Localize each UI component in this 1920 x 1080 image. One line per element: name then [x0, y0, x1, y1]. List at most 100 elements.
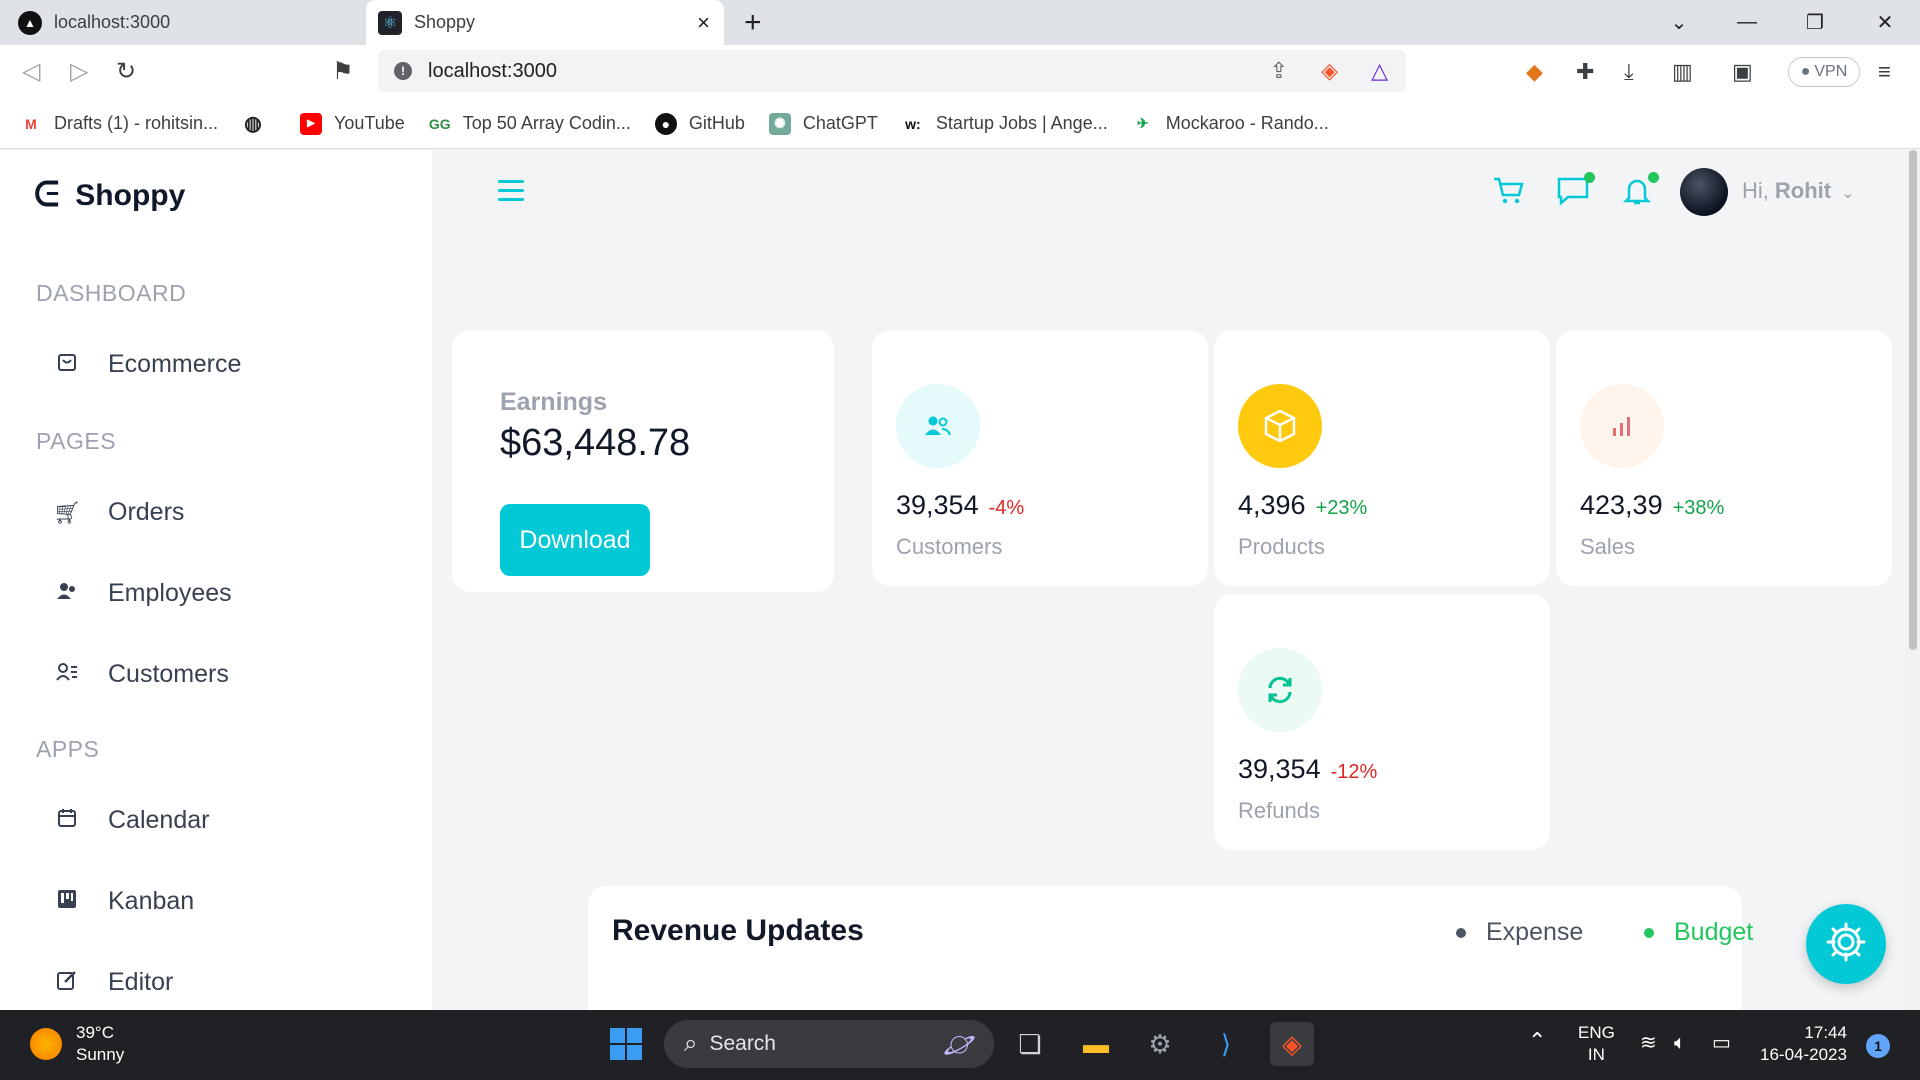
extensions-icon[interactable]: ✚: [1576, 59, 1594, 85]
refresh-icon[interactable]: [1238, 648, 1322, 732]
sidebar-item-label: Ecommerce: [108, 350, 242, 378]
triangle-logo-icon: ▲: [18, 10, 42, 35]
windows-taskbar: 39°C Sunny ⌕ Search 🪐︎ ❏ ▬ ⚙ ⟩ ◈ ⌃ ENG I…: [0, 1010, 1920, 1080]
legend-dot: [1456, 927, 1466, 938]
volume-icon[interactable]: 🔈︎: [1674, 1032, 1686, 1054]
react-logo-icon: ⚛: [378, 10, 402, 35]
search-highlight-icon: 🪐︎: [942, 1028, 976, 1059]
bookmark-chatgpt[interactable]: ✺ ChatGPT: [768, 112, 878, 135]
legend-label: Budget: [1674, 918, 1754, 946]
start-button[interactable]: [604, 1022, 648, 1066]
settings-app-icon[interactable]: ⚙: [1138, 1022, 1182, 1066]
sidebar-item-customers[interactable]: Customers: [52, 660, 229, 689]
back-icon[interactable]: ◁: [22, 57, 40, 86]
sidebar-item-label: Orders: [108, 498, 185, 526]
stat-value: 39,354 -12%: [1238, 754, 1377, 785]
sidebar-item-ecommerce[interactable]: Ecommerce: [52, 350, 241, 379]
menu-icon[interactable]: ≡: [1878, 59, 1891, 85]
close-window-button[interactable]: ✕: [1860, 0, 1910, 45]
tab-shoppy[interactable]: ⚛ Shoppy ×: [366, 0, 724, 45]
stat-number: 4,396: [1238, 490, 1306, 520]
sidebar-item-employees[interactable]: Employees: [52, 579, 232, 608]
scrollbar-thumb[interactable]: [1909, 150, 1917, 650]
sidebar-item-calendar[interactable]: Calendar: [52, 806, 209, 835]
globe-icon: ◍: [244, 113, 262, 135]
metamask-icon[interactable]: ◆: [1526, 59, 1543, 85]
menu-toggle-icon[interactable]: [498, 180, 524, 207]
username: Rohit: [1774, 178, 1832, 203]
brave-browser-icon[interactable]: ◈: [1270, 1022, 1314, 1066]
forward-icon[interactable]: ▷: [70, 57, 88, 86]
address-bar[interactable]: ! localhost:3000 ⇪ ◈ △: [378, 50, 1406, 92]
chat-notification-dot: [1584, 172, 1595, 183]
sidebar-toggle-icon[interactable]: ▥: [1672, 59, 1693, 85]
task-view-icon[interactable]: ❏: [1008, 1022, 1052, 1066]
bell-icon[interactable]: [1622, 176, 1652, 214]
sidebar-item-kanban[interactable]: Kanban: [52, 887, 194, 916]
bookmark-label: ChatGPT: [802, 113, 878, 133]
minimize-button[interactable]: —: [1722, 0, 1772, 45]
sun-icon: [30, 1028, 62, 1060]
tab-localhost[interactable]: ▲ localhost:3000: [0, 0, 364, 45]
cart-icon[interactable]: [1492, 176, 1524, 214]
wellfound-icon: w:: [905, 115, 921, 132]
file-explorer-icon[interactable]: ▬: [1074, 1022, 1118, 1066]
stat-card-refunds: 39,354 -12% Refunds: [1214, 594, 1550, 850]
weather-widget[interactable]: 39°C Sunny: [30, 1022, 124, 1066]
bookmark-gfg[interactable]: GG Top 50 Array Codin...: [429, 113, 631, 135]
chevron-down-icon: ⌄: [1841, 185, 1855, 202]
download-icon[interactable]: ⤓: [1624, 59, 1634, 85]
calendar-icon: [52, 807, 82, 835]
box-icon[interactable]: [1238, 384, 1322, 468]
search-label: Search: [709, 1032, 776, 1055]
language-indicator[interactable]: ENG IN: [1578, 1022, 1615, 1066]
user-profile-menu[interactable]: Hi, Rohit ⌄: [1742, 178, 1855, 204]
bar-chart-icon[interactable]: [1580, 384, 1664, 468]
sidebar-item-editor[interactable]: Editor: [52, 968, 173, 997]
reload-icon[interactable]: ↻: [116, 57, 136, 86]
stat-value: 39,354 -4%: [896, 490, 1024, 521]
download-button[interactable]: Download: [500, 504, 650, 576]
gfg-icon: GG: [428, 115, 451, 132]
lang-top: ENG: [1578, 1023, 1615, 1042]
tab-search-chevron-icon[interactable]: ⌄: [1654, 0, 1704, 45]
section-title-dashboard: DASHBOARD: [36, 280, 187, 306]
app-sidebar: ᕮ Shoppy DASHBOARD Ecommerce PAGES 🛒︎ Or…: [0, 150, 432, 1010]
wallet-icon[interactable]: ▣: [1732, 59, 1753, 85]
taskbar-search[interactable]: ⌕ Search 🪐︎: [664, 1020, 994, 1068]
notification-badge[interactable]: 1: [1866, 1034, 1890, 1058]
vpn-button[interactable]: ● VPN: [1788, 57, 1860, 87]
bookmark-icon[interactable]: ⚑: [332, 57, 354, 86]
battery-icon[interactable]: ▭: [1712, 1032, 1731, 1054]
gmail-icon: M: [25, 115, 37, 132]
stat-value: 423,39 +38%: [1580, 490, 1724, 521]
sidebar-item-orders[interactable]: 🛒︎ Orders: [52, 498, 184, 527]
vscode-icon[interactable]: ⟩: [1204, 1022, 1248, 1066]
settings-button[interactable]: [1806, 904, 1886, 984]
bookmark-label: Startup Jobs | Ange...: [935, 113, 1108, 133]
bookmark-mockaroo[interactable]: ✈ Mockaroo - Rando...: [1132, 113, 1329, 135]
clock[interactable]: 17:44 16-04-2023: [1760, 1022, 1847, 1066]
bookmark-gmail[interactable]: M Drafts (1) - rohitsin...: [20, 113, 218, 135]
bookmark-youtube[interactable]: ▶ YouTube: [300, 112, 405, 135]
wifi-icon[interactable]: ≋: [1640, 1032, 1657, 1054]
restore-button[interactable]: ❐: [1790, 0, 1840, 45]
site-info-icon[interactable]: !: [394, 62, 412, 80]
brave-rewards-icon[interactable]: △: [1371, 58, 1388, 84]
bookmark-globe[interactable]: ◍: [242, 113, 276, 135]
chatgpt-icon: ✺: [768, 112, 791, 135]
brave-shields-icon[interactable]: ◈: [1321, 58, 1338, 84]
search-icon: ⌕: [684, 1030, 698, 1057]
customers-icon[interactable]: [896, 384, 980, 468]
share-icon[interactable]: ⇪: [1270, 58, 1288, 84]
page-scrollbar[interactable]: [1906, 150, 1920, 1010]
close-tab-icon[interactable]: ×: [697, 10, 710, 36]
clock-date: 16-04-2023: [1760, 1045, 1847, 1064]
chat-icon[interactable]: [1556, 176, 1590, 214]
bookmark-github[interactable]: ● GitHub: [654, 112, 745, 135]
show-hidden-icons[interactable]: ⌃: [1528, 1030, 1546, 1052]
app-logo[interactable]: ᕮ Shoppy: [34, 176, 185, 215]
new-tab-button[interactable]: +: [744, 6, 762, 40]
bookmark-wellfound[interactable]: w: Startup Jobs | Ange...: [902, 113, 1108, 135]
avatar[interactable]: [1680, 168, 1728, 216]
